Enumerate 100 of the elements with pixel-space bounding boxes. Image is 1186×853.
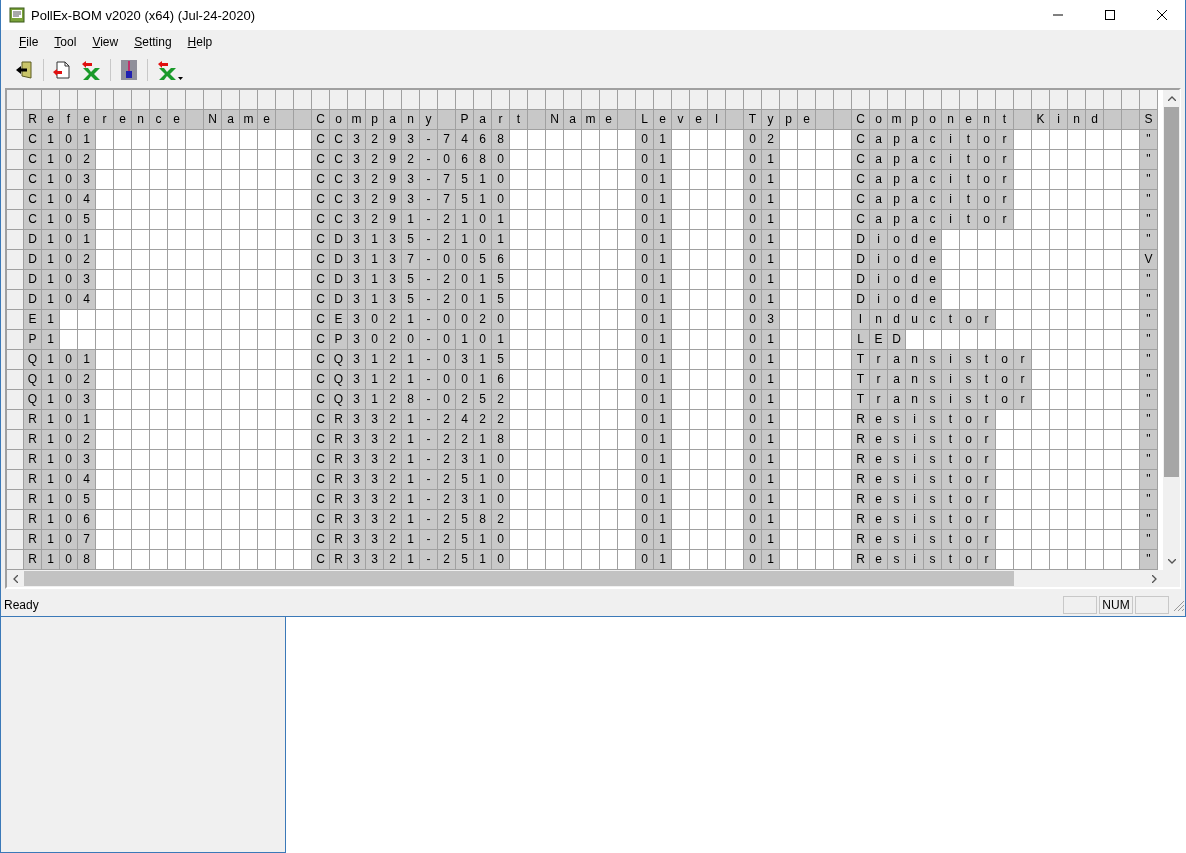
table-cell: 0: [60, 290, 78, 309]
table-cell: 3: [456, 450, 474, 469]
table-cell: s: [924, 550, 942, 569]
document-import-icon[interactable]: [52, 60, 72, 80]
table-cell: 2: [474, 310, 492, 329]
table-cell: ": [1140, 330, 1158, 349]
table-cell: 1: [762, 390, 780, 409]
table-cell: r: [870, 390, 888, 409]
horizontal-scrollbar[interactable]: [7, 570, 1163, 587]
scroll-left-icon[interactable]: [13, 574, 18, 583]
table-cell: 3: [78, 450, 96, 469]
table-cell: r: [996, 170, 1014, 189]
table-cell: 3: [348, 430, 366, 449]
table-cell: R: [852, 550, 870, 569]
table-cell: 5: [78, 490, 96, 509]
table-cell: 0: [492, 310, 510, 329]
dropdown-caret-icon[interactable]: [178, 77, 183, 80]
table-cell: t: [942, 410, 960, 429]
vertical-scrollbar[interactable]: [1163, 90, 1180, 570]
x-mark-arrow-icon[interactable]: [80, 60, 102, 80]
table-cell: 0: [636, 230, 654, 249]
table-cell: R: [330, 530, 348, 549]
menu-item[interactable]: Tool: [46, 33, 85, 51]
table-cell: 3: [348, 230, 366, 249]
menu-item[interactable]: Setting: [126, 33, 180, 51]
table-cell: 5: [492, 270, 510, 289]
scroll-down-icon[interactable]: [1167, 559, 1176, 564]
table-cell: 3: [348, 150, 366, 169]
table-cell: -: [420, 390, 438, 409]
table-cell: R: [24, 470, 42, 489]
scroll-right-icon[interactable]: [1152, 574, 1157, 583]
table-cell: 3: [348, 530, 366, 549]
table-cell: o: [960, 510, 978, 529]
menu-item[interactable]: Help: [179, 33, 221, 51]
table-cell: 0: [438, 330, 456, 349]
table-cell: 1: [456, 210, 474, 229]
table-cell: C: [312, 390, 330, 409]
table-cell: o: [960, 310, 978, 329]
table-cell: 0: [60, 530, 78, 549]
table-cell: Q: [24, 350, 42, 369]
table-cell: t: [942, 430, 960, 449]
menu-item[interactable]: File: [11, 33, 47, 51]
table-cell: 0: [492, 190, 510, 209]
table-cell: r: [978, 310, 996, 329]
table-cell: 3: [348, 130, 366, 149]
table-cell: 5: [78, 210, 96, 229]
table-cell: 0: [744, 370, 762, 389]
table-cell: C: [312, 290, 330, 309]
table-cell: o: [960, 550, 978, 569]
table-cell: 1: [42, 130, 60, 149]
table-cell: 0: [636, 350, 654, 369]
table-cell: 0: [744, 450, 762, 469]
table-cell: 0: [60, 130, 78, 149]
table-cell: 1: [654, 310, 672, 329]
table-cell: 2: [78, 250, 96, 269]
table-cell: 2: [384, 310, 402, 329]
resize-grip-icon[interactable]: [1171, 598, 1185, 612]
table-cell: 3: [348, 290, 366, 309]
table-cell: ": [1140, 290, 1158, 309]
table-cell: c: [924, 210, 942, 229]
table-cell: 0: [636, 510, 654, 529]
screwdriver-icon[interactable]: [119, 59, 139, 81]
table-cell: t: [960, 130, 978, 149]
table-cell: 3: [366, 450, 384, 469]
table-cell: t: [942, 510, 960, 529]
status-pane: [1135, 596, 1169, 614]
table-cell: o: [978, 130, 996, 149]
table-cell: 3: [402, 190, 420, 209]
exit-door-icon[interactable]: [15, 60, 35, 80]
table-cell: 3: [762, 310, 780, 329]
table-cell: 1: [366, 250, 384, 269]
table-cell: i: [906, 470, 924, 489]
table-cell: 2: [78, 150, 96, 169]
table-cell: s: [888, 510, 906, 529]
menu-item[interactable]: View: [84, 33, 127, 51]
table-cell: -: [420, 150, 438, 169]
table-cell: a: [870, 170, 888, 189]
table-cell: R: [24, 490, 42, 509]
table-cell: 2: [366, 170, 384, 189]
table-cell: 3: [402, 130, 420, 149]
table-cell: 1: [456, 330, 474, 349]
table-cell: r: [1014, 370, 1032, 389]
table-cell: D: [852, 250, 870, 269]
table-cell: ": [1140, 450, 1158, 469]
table-cell: e: [870, 530, 888, 549]
table-cell: -: [420, 370, 438, 389]
table-cell: o: [996, 370, 1014, 389]
table-cell: e: [870, 550, 888, 569]
table-cell: 1: [762, 430, 780, 449]
table-cell: D: [888, 330, 906, 349]
scroll-up-icon[interactable]: [1167, 96, 1176, 101]
table-cell: 2: [438, 490, 456, 509]
table-cell: 0: [744, 190, 762, 209]
table-cell: d: [888, 310, 906, 329]
table-cell: -: [420, 170, 438, 189]
table-cell: t: [942, 490, 960, 509]
table-cell: C: [312, 130, 330, 149]
x-mark-arrow-icon[interactable]: [156, 60, 178, 80]
table-cell: 0: [744, 210, 762, 229]
table-cell: 1: [402, 210, 420, 229]
